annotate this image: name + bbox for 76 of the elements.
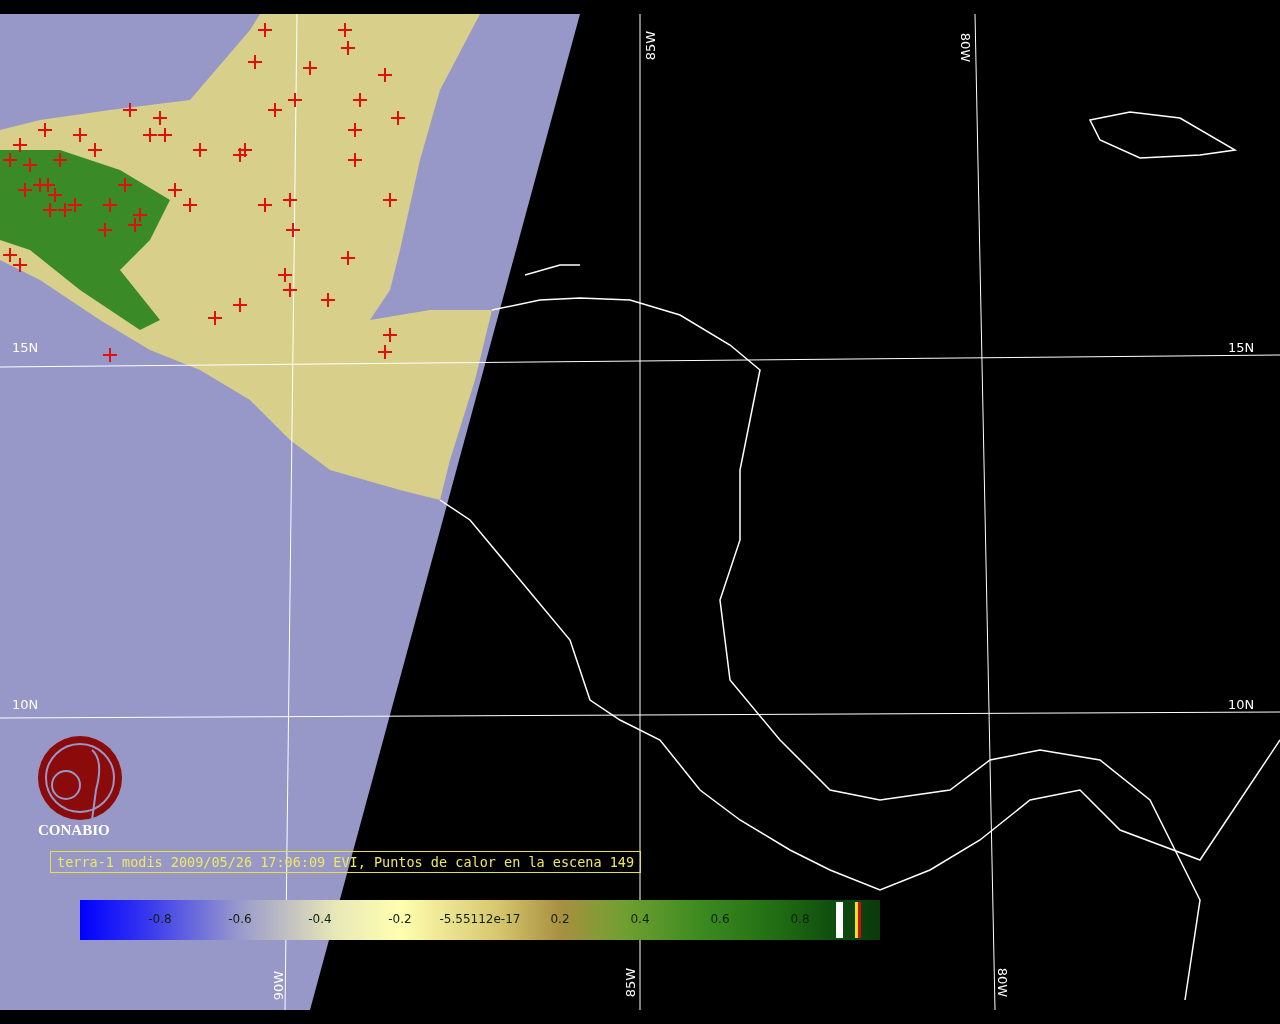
- hotspot-marker: [282, 192, 298, 208]
- scale-label: 0.8: [790, 912, 810, 926]
- hotspot-marker: [232, 147, 248, 163]
- logo-icon: [38, 736, 122, 821]
- hotspot-marker: [127, 217, 143, 233]
- hotspot-marker: [67, 197, 83, 213]
- hotspot-marker: [57, 202, 73, 218]
- scale-label: -0.6: [228, 912, 252, 926]
- hotspot-marker: [167, 182, 183, 198]
- hotspot-marker: [382, 327, 398, 343]
- hotspot-marker: [2, 152, 18, 168]
- hotspot-marker: [302, 60, 318, 76]
- hotspot-marker: [382, 192, 398, 208]
- hotspot-marker: [2, 247, 18, 263]
- grid-label: 80W: [995, 967, 1011, 998]
- hotspot-marker: [247, 54, 263, 70]
- hotspot-marker: [47, 187, 63, 203]
- scale-label: -5.55112e-17: [439, 912, 521, 926]
- hotspot-marker: [132, 207, 148, 223]
- scale-marker: [836, 902, 843, 938]
- hotspot-marker: [12, 137, 28, 153]
- scale-label: 0.4: [630, 912, 650, 926]
- hotspot-marker: [340, 250, 356, 266]
- scale-label: -0.2: [388, 912, 412, 926]
- scale-label: -0.8: [148, 912, 172, 926]
- hotspot-marker: [17, 182, 33, 198]
- grid-label: 10N: [1228, 697, 1255, 712]
- hotspot-marker: [12, 257, 28, 273]
- grid-label: 15N: [12, 340, 39, 355]
- hotspot-marker: [390, 110, 406, 126]
- hotspot-marker: [87, 142, 103, 158]
- hotspot-marker: [237, 142, 253, 158]
- hotspot-marker: [22, 157, 38, 173]
- hotspot-marker: [347, 122, 363, 138]
- hotspot-marker: [257, 197, 273, 213]
- hotspot-marker: [40, 177, 56, 193]
- logo-text: CONABIO: [38, 822, 110, 839]
- hotspot-marker: [117, 177, 133, 193]
- hotspot-marker: [122, 102, 138, 118]
- hotspot-marker: [102, 347, 118, 363]
- grid-label: 85W: [623, 967, 639, 998]
- hotspot-marker: [37, 122, 53, 138]
- scale-label: 0.6: [710, 912, 730, 926]
- coastline: [524, 264, 581, 276]
- hotspot-marker: [337, 22, 353, 38]
- hotspot-marker: [102, 197, 118, 213]
- hotspot-marker: [207, 310, 223, 326]
- grid-label: 90W: [271, 970, 287, 1001]
- grid-label: 15N: [1228, 340, 1255, 355]
- hotspot-marker: [285, 222, 301, 238]
- scale-label: -0.4: [308, 912, 332, 926]
- hotspot-marker: [347, 152, 363, 168]
- hotspot-marker: [152, 110, 168, 126]
- hotspot-marker: [97, 222, 113, 238]
- hotspot-marker: [182, 197, 198, 213]
- hotspot-marker: [192, 142, 208, 158]
- hotspot-marker: [267, 102, 283, 118]
- hotspot-marker: [377, 344, 393, 360]
- hotspot-marker: [320, 292, 336, 308]
- hotspot-marker: [72, 127, 88, 143]
- hotspot-marker: [157, 127, 173, 143]
- hotspot-marker: [340, 40, 356, 56]
- hotspot-marker: [257, 22, 273, 38]
- hotspot-marker: [42, 202, 58, 218]
- hotspot-marker: [277, 267, 293, 283]
- hotspot-marker: [352, 92, 368, 108]
- grid-label: 80W: [958, 32, 974, 63]
- hotspot-marker: [232, 297, 248, 313]
- scale-label: 0.2: [550, 912, 570, 926]
- hotspot-marker: [142, 127, 158, 143]
- hotspot-marker: [377, 67, 393, 83]
- grid-label: 10N: [12, 697, 39, 712]
- hotspot-marker: [52, 152, 68, 168]
- hotspot-marker: [287, 92, 303, 108]
- grid-label: 85W: [643, 30, 659, 61]
- hotspot-marker: [282, 282, 298, 298]
